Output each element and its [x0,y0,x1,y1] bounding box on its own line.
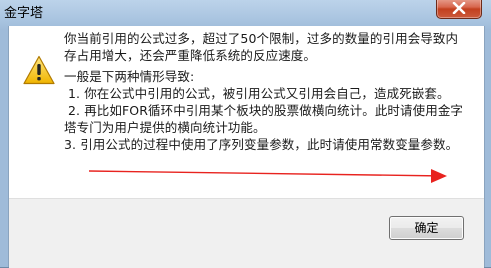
ok-button[interactable]: 确定 [389,216,464,240]
intro-line-1: 你当前引用的公式过多，超过了50个限制，过多的数量的引用会导致内 [64,31,459,46]
window-title: 金字塔 [4,6,44,21]
cause-item-2-line-2: 塔专门为用户提供的横向统计功能。 [64,120,266,135]
close-icon [452,2,466,14]
dialog-client-area: 你当前引用的公式过多，超过了50个限制，过多的数量的引用会导致内 存占用增大，还… [8,26,485,268]
cause-item-1: 1. 你在公式中引用的公式，被引用公式又引用会自己，造成死嵌套。 [68,86,450,101]
button-bar: 确定 [9,198,484,268]
close-button[interactable] [436,0,482,19]
causes-heading: 一般是下两种情形导致: [64,69,195,84]
dialog-window: 金字塔 你当前引用的公式过多，超过了50个限制，过多的数量的引用会导致内 存占用… [0,0,491,268]
cause-item-3: 3. 引用公式的过程中使用了序列变量参数，此时请使用常数变量参数。 [64,137,459,152]
intro-line-2: 存占用增大，还会严重降低系统的反应速度。 [64,48,317,63]
cause-item-2-line-1: 2. 再比如FOR循环中引用某个板块的股票做横向统计。此时请使用金字 [68,103,464,118]
message-area: 你当前引用的公式过多，超过了50个限制，过多的数量的引用会导致内 存占用增大，还… [9,26,484,198]
title-bar[interactable]: 金字塔 [0,0,491,26]
message-text: 你当前引用的公式过多，超过了50个限制，过多的数量的引用会导致内 存占用增大，还… [64,30,474,153]
warning-icon [23,55,55,85]
